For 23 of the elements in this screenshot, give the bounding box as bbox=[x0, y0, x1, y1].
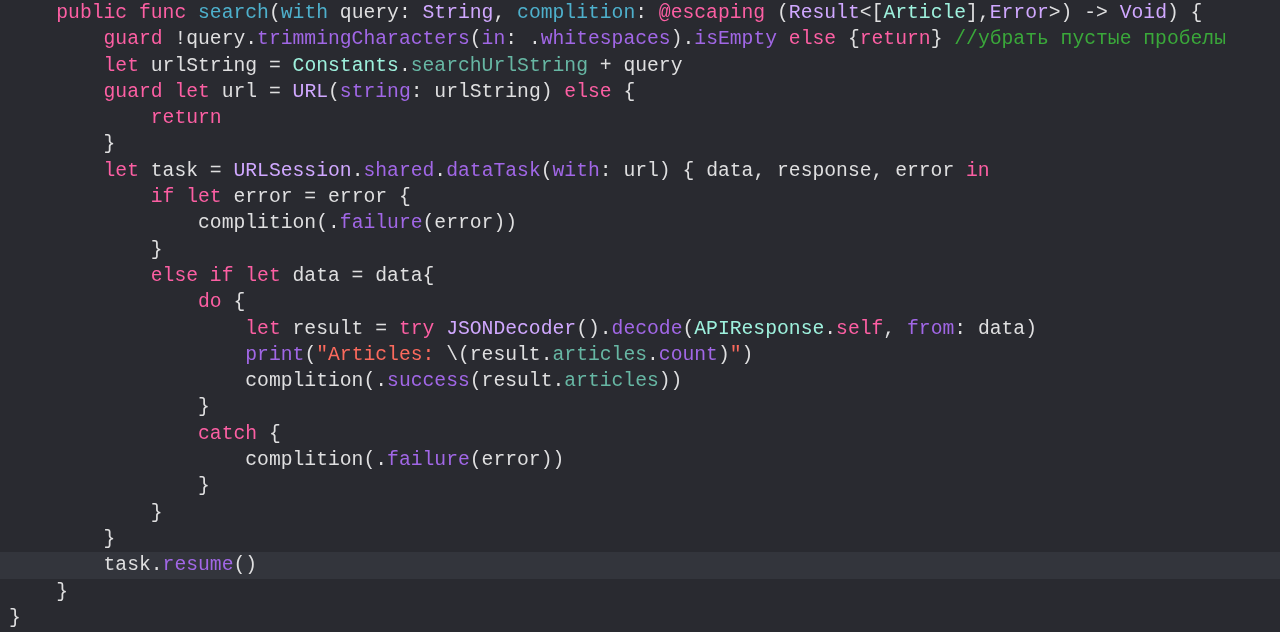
code-line: guard !query.trimmingCharacters(in: .whitespaces).isEmpty else {return} //убрать пустые пробелы bbox=[102, 27, 1227, 53]
code-line: print("Articles: \(result.articles.count)") bbox=[244, 342, 755, 368]
code-line: public func search(with query: String, complition: @escaping (Result<[Article],Error>) -> Void) { bbox=[55, 1, 1204, 26]
code-line: } bbox=[102, 132, 117, 158]
code-line: return bbox=[149, 106, 223, 132]
code-line: } bbox=[8, 605, 22, 631]
code-line: do { bbox=[197, 290, 247, 316]
code-line: if let error = error { bbox=[149, 185, 412, 211]
code-line: complition(.failure(error)) bbox=[197, 211, 519, 237]
code-line: } bbox=[149, 500, 164, 526]
code-line: let task = URLSession.shared.dataTask(with: url) { data, response, error in bbox=[102, 158, 991, 184]
code-line: } bbox=[197, 395, 211, 421]
code-line: let result = try JSONDecoder().decode(APIResponse.self, from: data) bbox=[244, 316, 1038, 342]
code-line: } bbox=[149, 237, 164, 263]
code-line: catch { bbox=[197, 421, 282, 447]
code-line: let urlString = Constants.searchUrlString + query bbox=[102, 53, 684, 79]
code-line: } bbox=[197, 474, 211, 500]
code-line: complition(.failure(error)) bbox=[244, 448, 566, 474]
code-line: } bbox=[102, 526, 117, 552]
code-line: } bbox=[55, 579, 70, 605]
code-line: complition(.success(result.articles)) bbox=[244, 369, 684, 395]
code-line: guard let url = URL(string: urlString) else { bbox=[102, 79, 637, 105]
code-line: else if let data = data{ bbox=[149, 263, 436, 289]
